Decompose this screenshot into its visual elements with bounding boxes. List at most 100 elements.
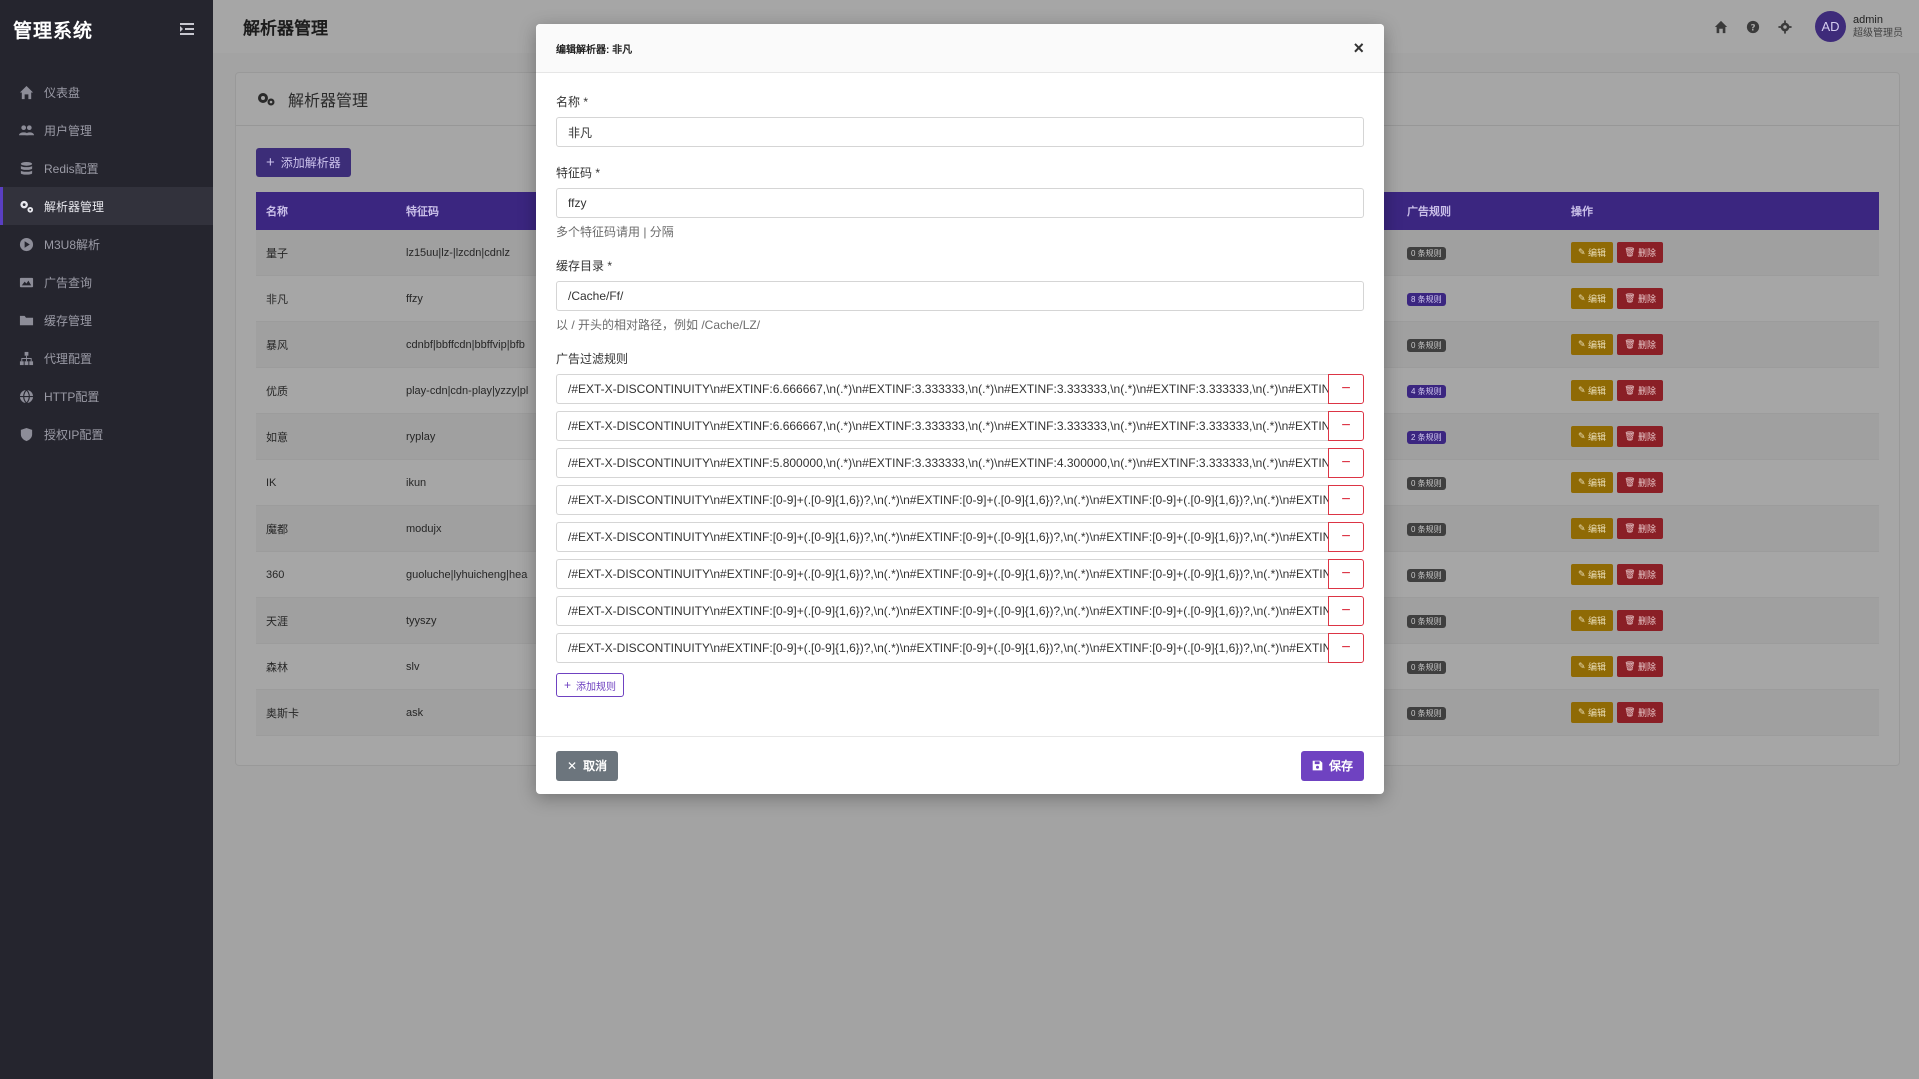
close-icon: ✕ (567, 758, 578, 773)
delete-button[interactable]: 🗑 删除 (1617, 564, 1664, 585)
cell-actions: ✎ 编辑 🗑 删除 (1571, 426, 1664, 447)
trash-icon: 🗑 (1624, 431, 1638, 441)
gear-icon[interactable] (1778, 19, 1792, 34)
plus-icon: + (564, 678, 572, 692)
rule-input[interactable]: /#EXT-X-DISCONTINUITY\n#EXTINF:6.666667,… (556, 411, 1328, 441)
delete-button[interactable]: 🗑 删除 (1617, 518, 1664, 539)
delete-label: 删除 (1638, 662, 1657, 672)
rule-input[interactable]: /#EXT-X-DISCONTINUITY\n#EXTINF:6.666667,… (556, 374, 1328, 404)
rule-count-badge: 0 条规则 (1407, 614, 1446, 628)
rule-count-badge: 0 条规则 (1407, 246, 1446, 260)
modal-header: 编辑解析器: 非凡 × (536, 24, 1384, 73)
sidebar-item-label: 广告查询 (44, 275, 93, 290)
user-role: 超级管理员 (1853, 27, 1903, 39)
delete-button[interactable]: 🗑 删除 (1617, 702, 1664, 723)
sidebar-item-label: 授权IP配置 (44, 427, 104, 442)
cancel-button[interactable]: ✕ 取消 (556, 750, 619, 781)
edit-button[interactable]: ✎ 编辑 (1571, 610, 1614, 631)
sidebar-item-m3u8[interactable]: M3U8解析 (0, 225, 213, 263)
delete-button[interactable]: 🗑 删除 (1617, 242, 1664, 263)
edit-button[interactable]: ✎ 编辑 (1571, 472, 1614, 493)
delete-button[interactable]: 🗑 删除 (1617, 334, 1664, 355)
edit-label: 编辑 (1588, 432, 1607, 442)
help-icon[interactable]: ? (1746, 20, 1760, 34)
signature-input[interactable]: ffzy (556, 188, 1364, 218)
sidebar-item-http[interactable]: HTTP配置 (0, 377, 213, 415)
rule-row: /#EXT-X-DISCONTINUITY\n#EXTINF:6.666667,… (556, 374, 1364, 404)
delete-label: 删除 (1638, 478, 1657, 488)
sidebar-item-auth-ip[interactable]: 授权IP配置 (0, 415, 213, 453)
remove-rule-button[interactable]: − (1328, 374, 1364, 404)
remove-rule-button[interactable]: − (1328, 559, 1364, 589)
edit-button[interactable]: ✎ 编辑 (1571, 656, 1614, 677)
modal-footer: ✕ 取消 保存 (536, 736, 1384, 794)
close-icon[interactable]: × (1353, 38, 1364, 59)
name-label: 名称 * (556, 95, 589, 109)
menu-toggle-icon[interactable] (179, 21, 195, 37)
edit-button[interactable]: ✎ 编辑 (1571, 518, 1614, 539)
rule-input[interactable]: /#EXT-X-DISCONTINUITY\n#EXTINF:[0-9]+(.[… (556, 485, 1328, 515)
rule-input[interactable]: /#EXT-X-DISCONTINUITY\n#EXTINF:[0-9]+(.[… (556, 596, 1328, 626)
edit-button[interactable]: ✎ 编辑 (1571, 334, 1614, 355)
rule-input[interactable]: /#EXT-X-DISCONTINUITY\n#EXTINF:5.800000,… (556, 448, 1328, 478)
sidebar-item-parsers[interactable]: 解析器管理 (0, 187, 213, 225)
cell-ad-rules: 2 条规则 (1407, 430, 1446, 444)
delete-button[interactable]: 🗑 删除 (1617, 288, 1664, 309)
shield-icon (18, 426, 34, 442)
cell-name: 360 (266, 568, 285, 581)
remove-rule-button[interactable]: − (1328, 411, 1364, 441)
sidebar-item-redis[interactable]: Redis配置 (0, 149, 213, 187)
edit-button[interactable]: ✎ 编辑 (1571, 426, 1614, 447)
rules-list: /#EXT-X-DISCONTINUITY\n#EXTINF:6.666667,… (556, 374, 1364, 663)
remove-rule-button[interactable]: − (1328, 633, 1364, 663)
add-rule-button[interactable]: + 添加规则 (556, 673, 625, 697)
rule-row: /#EXT-X-DISCONTINUITY\n#EXTINF:[0-9]+(.[… (556, 633, 1364, 663)
user-name: admin (1853, 13, 1883, 26)
delete-button[interactable]: 🗑 删除 (1617, 380, 1664, 401)
home-icon[interactable] (1714, 20, 1728, 34)
cell-ad-rules: 0 条规则 (1407, 568, 1446, 582)
col-signature: 特征码 (406, 206, 439, 218)
rule-input[interactable]: /#EXT-X-DISCONTINUITY\n#EXTINF:[0-9]+(.[… (556, 559, 1328, 589)
edit-button[interactable]: ✎ 编辑 (1571, 380, 1614, 401)
edit-button[interactable]: ✎ 编辑 (1571, 288, 1614, 309)
edit-label: 编辑 (1588, 294, 1607, 304)
edit-icon: ✎ (1578, 385, 1589, 395)
avatar[interactable]: AD (1815, 11, 1846, 42)
cell-signature: ikun (406, 476, 427, 489)
cell-actions: ✎ 编辑 🗑 删除 (1571, 472, 1664, 493)
rule-input[interactable]: /#EXT-X-DISCONTINUITY\n#EXTINF:[0-9]+(.[… (556, 633, 1328, 663)
delete-label: 删除 (1638, 386, 1657, 396)
sidebar-item-ad-query[interactable]: 广告查询 (0, 263, 213, 301)
delete-button[interactable]: 🗑 删除 (1617, 656, 1664, 677)
edit-icon: ✎ (1578, 293, 1589, 303)
remove-rule-button[interactable]: − (1328, 448, 1364, 478)
remove-rule-button[interactable]: − (1328, 522, 1364, 552)
edit-label: 编辑 (1588, 386, 1607, 396)
edit-button[interactable]: ✎ 编辑 (1571, 564, 1614, 585)
cell-actions: ✎ 编辑 🗑 删除 (1571, 702, 1664, 723)
cell-name: 森林 (266, 661, 288, 674)
name-input[interactable]: 非凡 (556, 117, 1364, 147)
remove-rule-button[interactable]: − (1328, 596, 1364, 626)
col-actions: 操作 (1571, 206, 1593, 218)
plus-icon: + (266, 154, 275, 171)
delete-button[interactable]: 🗑 删除 (1617, 472, 1664, 493)
delete-button[interactable]: 🗑 删除 (1617, 610, 1664, 631)
cache-dir-input[interactable]: /Cache/Ff/ (556, 281, 1364, 311)
add-parser-button[interactable]: + 添加解析器 (256, 148, 351, 177)
remove-rule-button[interactable]: − (1328, 485, 1364, 515)
sidebar-item-users[interactable]: 用户管理 (0, 111, 213, 149)
save-button[interactable]: 保存 (1300, 750, 1364, 781)
rule-input[interactable]: /#EXT-X-DISCONTINUITY\n#EXTINF:[0-9]+(.[… (556, 522, 1328, 552)
sidebar-item-proxy[interactable]: 代理配置 (0, 339, 213, 377)
delete-label: 删除 (1638, 248, 1657, 258)
edit-button[interactable]: ✎ 编辑 (1571, 702, 1614, 723)
delete-button[interactable]: 🗑 删除 (1617, 426, 1664, 447)
trash-icon: 🗑 (1624, 293, 1638, 303)
edit-button[interactable]: ✎ 编辑 (1571, 242, 1614, 263)
sidebar-item-cache[interactable]: 缓存管理 (0, 301, 213, 339)
user-info[interactable]: admin 超级管理员 (1853, 13, 1903, 41)
sidebar-item-dashboard[interactable]: 仪表盘 (0, 73, 213, 111)
cache-label: 缓存目录 * (556, 259, 613, 273)
